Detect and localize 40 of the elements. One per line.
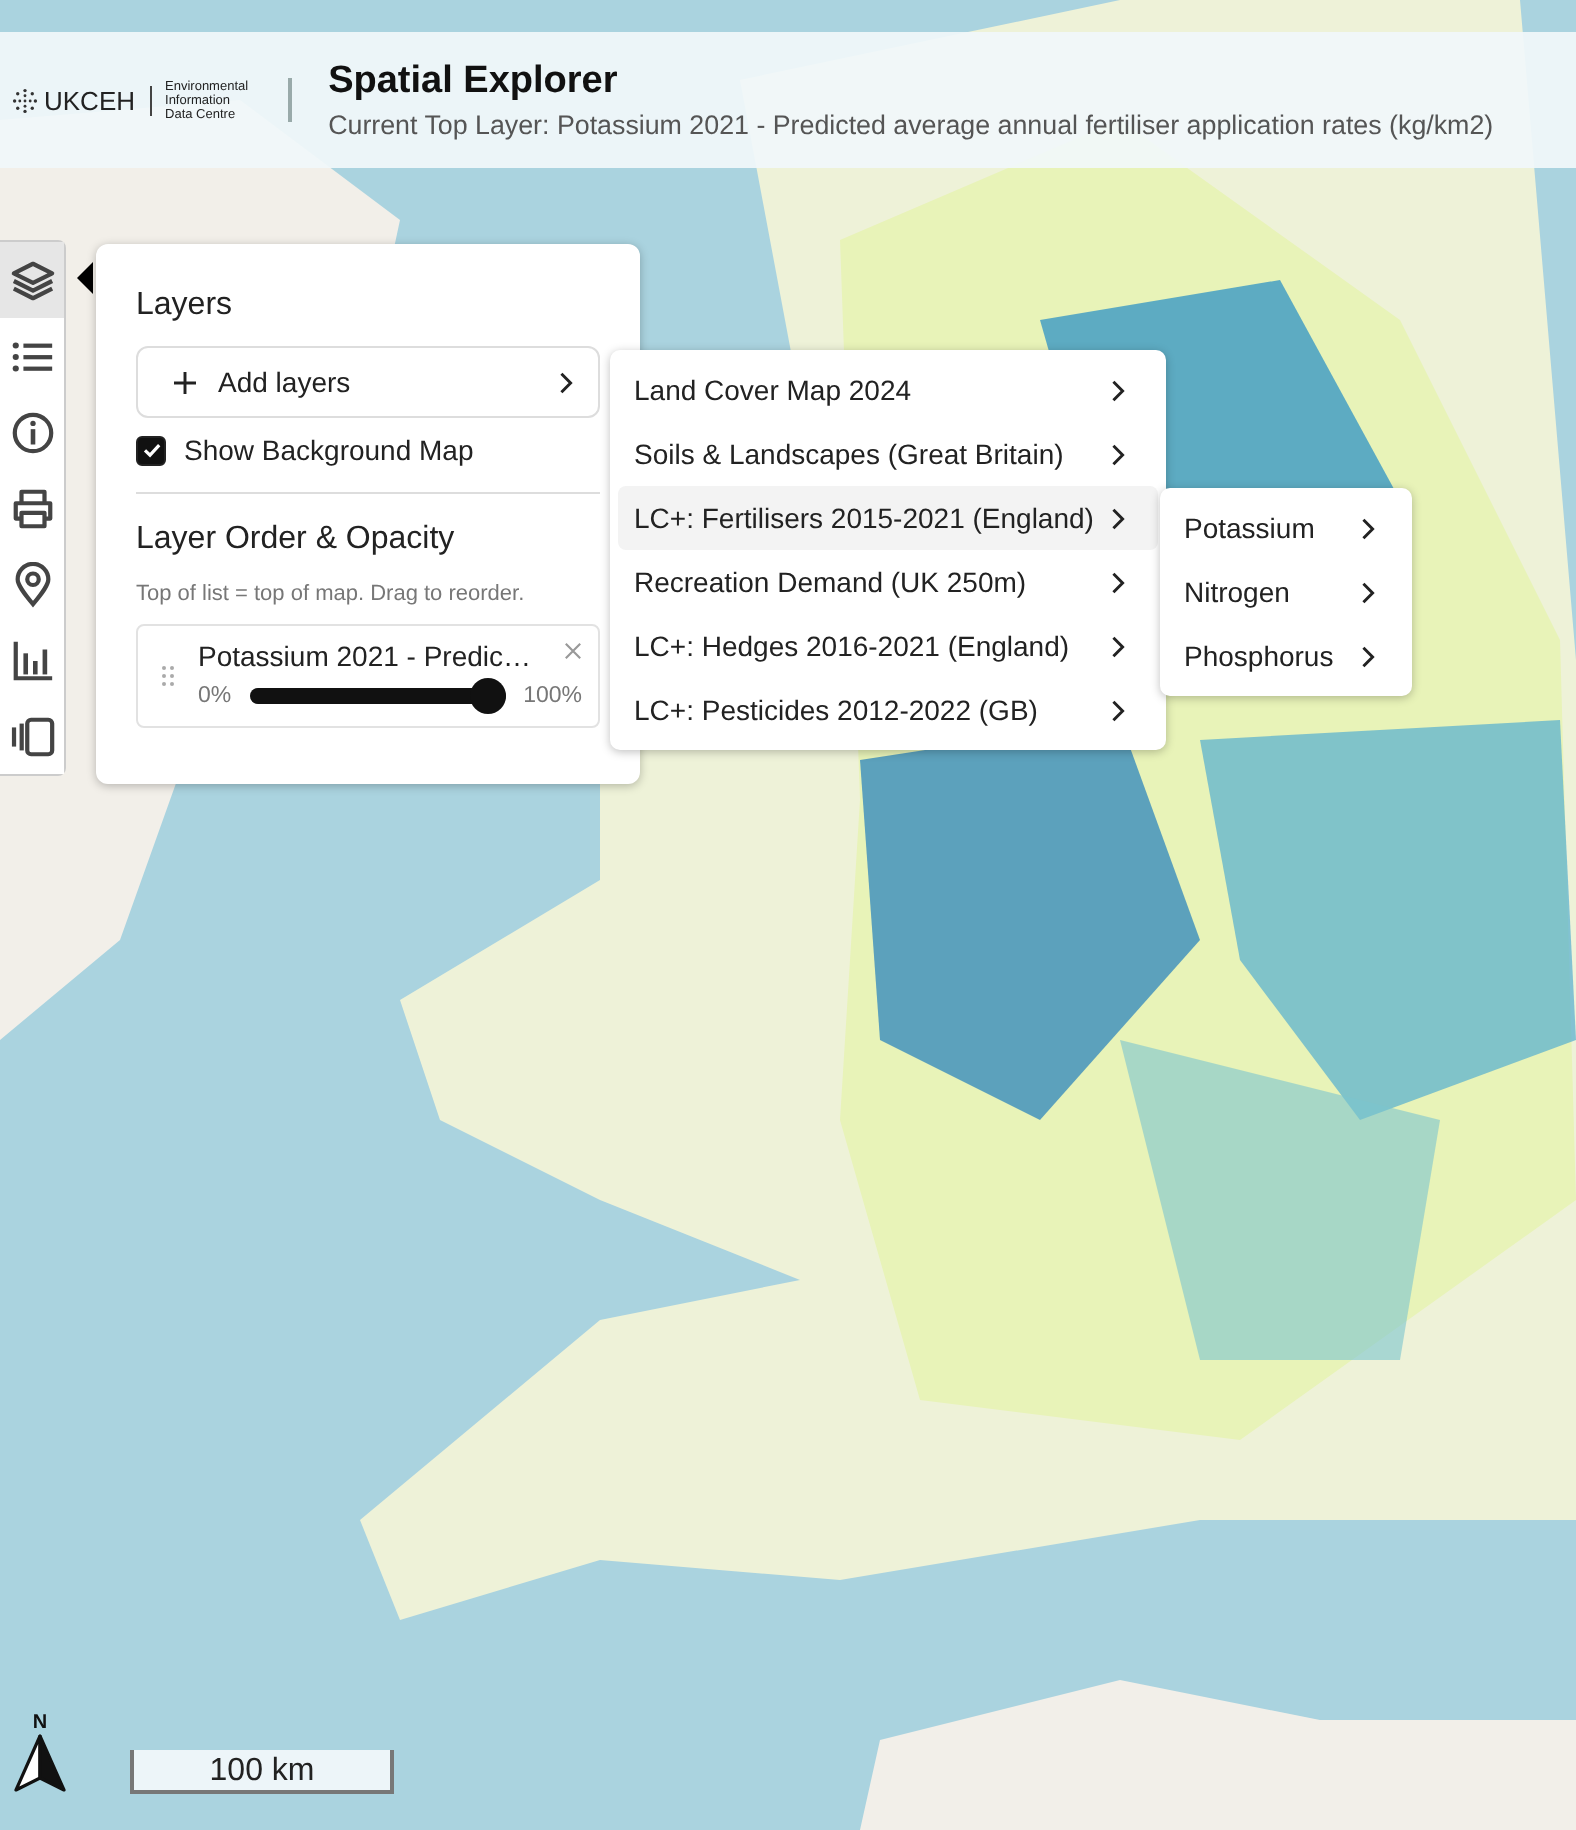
menu-item[interactable]: LC+: Fertilisers 2015-2021 (England)	[618, 486, 1158, 550]
current-layer-text: Current Top Layer: Potassium 2021 - Predicted average annual fertiliser application rates (kg/km2)	[328, 110, 1494, 140]
layer-card[interactable]: Potassium 2021 - Predic… 0% 100%	[136, 624, 600, 728]
logo-wordmark: UKCEH	[44, 85, 136, 115]
drag-handle-icon[interactable]	[162, 666, 174, 686]
bar-chart-icon	[9, 637, 55, 683]
panel-title: Layers	[136, 288, 235, 324]
chevron-right-icon	[1110, 699, 1126, 721]
chevron-right-icon	[1360, 581, 1376, 603]
max-opacity-label: 100%	[523, 683, 582, 707]
layers-tool-button[interactable]	[0, 242, 64, 318]
close-icon[interactable]	[564, 642, 582, 660]
slider-thumb[interactable]	[469, 677, 506, 713]
chevron-right-icon	[1360, 517, 1376, 539]
dotted-circle-icon	[12, 87, 38, 113]
opacity-slider[interactable]	[249, 677, 506, 713]
carousel-icon	[9, 713, 55, 759]
north-arrow-icon	[10, 1734, 70, 1794]
chevron-right-icon	[1110, 507, 1126, 529]
chevron-right-icon	[1110, 443, 1126, 465]
print-icon	[9, 485, 55, 531]
app-title: Spatial Explorer	[328, 60, 620, 104]
chevron-right-icon	[1110, 379, 1126, 401]
chevron-right-icon	[1110, 635, 1126, 657]
layers-icon	[9, 257, 55, 303]
north-label: N	[32, 1712, 48, 1734]
checkbox-label: Show Background Map	[184, 434, 474, 466]
hint-text: Top of list = top of map. Drag to reorder.	[136, 582, 527, 606]
chevron-right-icon	[558, 371, 574, 393]
chevron-right-icon	[1360, 645, 1376, 667]
layer-name: Potassium 2021 - Predic…	[198, 639, 532, 671]
min-opacity-label: 0%	[198, 683, 232, 707]
plus-icon	[174, 371, 196, 393]
info-icon	[9, 409, 55, 455]
chevron-right-icon	[1110, 571, 1126, 593]
pointer-icon	[76, 262, 94, 294]
add-layers-button[interactable]: Add layers	[136, 346, 600, 418]
section-title: Layer Order & Opacity	[136, 522, 457, 558]
checkbox[interactable]	[136, 435, 166, 465]
scale-bar: 100 km	[130, 1750, 394, 1794]
